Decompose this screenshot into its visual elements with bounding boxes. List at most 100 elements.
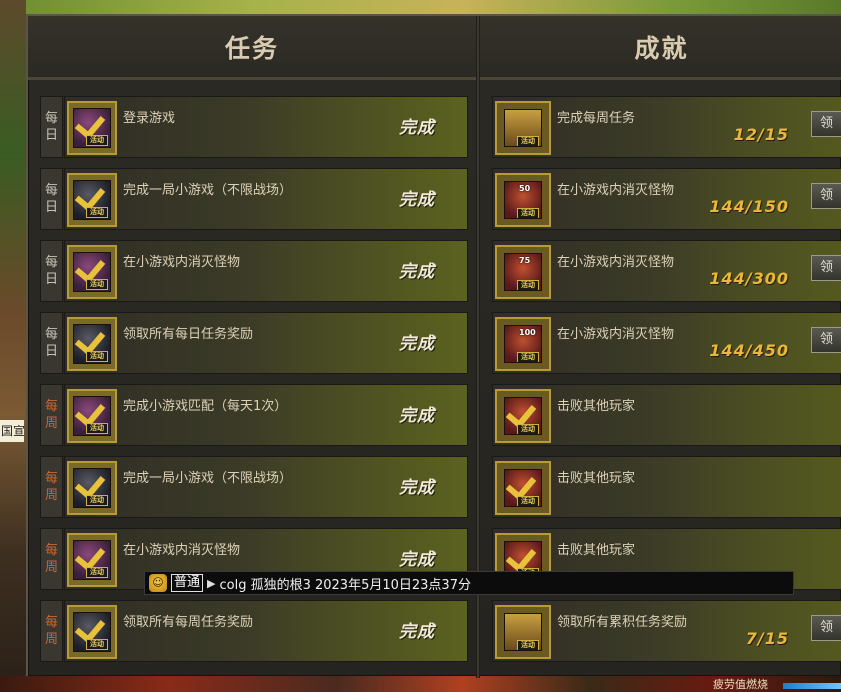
event-badge: 活动 <box>86 423 108 434</box>
tab-tasks[interactable]: 任务 <box>28 16 476 80</box>
task-icon-frame: 活动 <box>67 173 117 227</box>
achievement-icon-frame: 活动 <box>495 101 551 155</box>
checkmark-badge-icon: 活动 <box>73 468 111 508</box>
task-category-char: 每 <box>44 471 58 486</box>
event-badge: 活动 <box>86 495 108 506</box>
task-body[interactable]: 活动 领取所有每日任务奖励 完成 <box>64 312 468 374</box>
achievement-tier-number: 50 <box>519 184 531 193</box>
task-category-char: 日 <box>44 200 58 215</box>
task-status: 完成 <box>399 190 435 210</box>
fatigue-bar <box>783 683 841 689</box>
achievement-row[interactable]: 活动 击败其他玩家 <box>492 384 841 446</box>
task-icon-frame: 活动 <box>67 533 117 587</box>
achievement-row[interactable]: 75 活动 在小游戏内消灭怪物 144/300 领 <box>492 240 841 302</box>
task-category-char: 每 <box>44 615 58 630</box>
achievement-title: 击败其他玩家 <box>557 399 636 414</box>
task-row[interactable]: 每周活动 领取所有每周任务奖励 完成 <box>40 600 468 662</box>
checkmark-badge-icon: 活动 <box>504 397 542 435</box>
achievement-icon-frame: 50 活动 <box>495 173 551 227</box>
task-status: 完成 <box>399 478 435 498</box>
event-badge: 活动 <box>517 424 539 434</box>
achievement-tier-number: 100 <box>519 328 536 337</box>
task-category-char: 每 <box>44 111 58 126</box>
achievement-title: 领取所有累积任务奖励 <box>557 615 688 630</box>
task-row[interactable]: 每日活动 领取所有每日任务奖励 完成 <box>40 312 468 374</box>
achievement-row[interactable]: 活动 完成每周任务 12/15 领 <box>492 96 841 158</box>
claim-reward-button[interactable]: 领 <box>811 111 841 137</box>
event-badge: 活动 <box>86 639 108 650</box>
achievement-icon-frame: 活动 <box>495 605 551 659</box>
task-status: 完成 <box>399 406 435 426</box>
checkmark-badge-icon: 活动 <box>73 324 111 364</box>
task-category-char: 周 <box>44 416 58 431</box>
event-badge: 活动 <box>517 208 539 218</box>
task-title: 在小游戏内消灭怪物 <box>123 543 241 558</box>
game-world-background-left <box>0 0 26 692</box>
task-body[interactable]: 活动 登录游戏 完成 <box>64 96 468 158</box>
achievement-progress: 12/15 <box>733 125 789 144</box>
chat-channel-label[interactable]: 普通 <box>171 574 204 592</box>
task-title: 领取所有每周任务奖励 <box>123 615 254 630</box>
task-row[interactable]: 每周活动 完成一局小游戏（不限战场） 完成 <box>40 456 468 518</box>
task-title: 领取所有每日任务奖励 <box>123 327 254 342</box>
achievement-row[interactable]: 活动 领取所有累积任务奖励 7/15 领 <box>492 600 841 662</box>
task-body[interactable]: 活动 完成一局小游戏（不限战场） 完成 <box>64 456 468 518</box>
task-row[interactable]: 每日活动 在小游戏内消灭怪物 完成 <box>40 240 468 302</box>
event-badge: 活动 <box>86 135 108 146</box>
task-category-char: 日 <box>44 344 58 359</box>
task-body[interactable]: 活动 完成小游戏匹配（每天1次） 完成 <box>64 384 468 446</box>
task-body[interactable]: 活动 完成一局小游戏（不限战场） 完成 <box>64 168 468 230</box>
task-body[interactable]: 活动 领取所有每周任务奖励 完成 <box>64 600 468 662</box>
emoji-icon[interactable]: ☺ <box>149 574 167 592</box>
task-status: 完成 <box>399 262 435 282</box>
achievement-row[interactable]: 活动 击败其他玩家 <box>492 456 841 518</box>
checkmark-badge-icon: 活动 <box>504 469 542 507</box>
task-body[interactable]: 活动 在小游戏内消灭怪物 完成 <box>64 240 468 302</box>
event-badge: 活动 <box>517 352 539 362</box>
claim-reward-button[interactable]: 领 <box>811 615 841 641</box>
achievement-title: 在小游戏内消灭怪物 <box>557 327 675 342</box>
task-category-char: 周 <box>44 632 58 647</box>
task-icon-frame: 活动 <box>67 605 117 659</box>
chat-message-bar: ☺ 普通 ▶ colg 孤独的根3 2023年5月10日23点37分 <box>144 571 794 595</box>
task-row[interactable]: 每周活动 完成小游戏匹配（每天1次） 完成 <box>40 384 468 446</box>
left-edge-label: 国宣 <box>0 420 24 442</box>
checkmark-badge-icon: 活动 <box>73 612 111 652</box>
task-icon-frame: 活动 <box>67 317 117 371</box>
event-badge: 活动 <box>517 280 539 290</box>
event-badge: 活动 <box>517 496 539 506</box>
monster-badge-icon: 75 活动 <box>504 253 542 291</box>
task-status: 完成 <box>399 550 435 570</box>
event-badge: 活动 <box>86 207 108 218</box>
task-category-char: 每 <box>44 543 58 558</box>
task-category-label: 每日 <box>40 312 63 374</box>
task-icon-frame: 活动 <box>67 389 117 443</box>
task-category-label: 每日 <box>40 96 63 158</box>
event-badge: 活动 <box>517 640 539 650</box>
task-row[interactable]: 每日活动 登录游戏 完成 <box>40 96 468 158</box>
checkmark-badge-icon: 活动 <box>73 252 111 292</box>
chest-badge-icon: 活动 <box>504 109 542 147</box>
tab-achievements[interactable]: 成就 <box>480 16 841 80</box>
task-category-label: 每周 <box>40 600 63 662</box>
achievement-icon-frame: 活动 <box>495 389 551 443</box>
task-icon-frame: 活动 <box>67 461 117 515</box>
chest-badge-icon: 活动 <box>504 613 542 651</box>
task-status: 完成 <box>399 334 435 354</box>
claim-reward-button[interactable]: 领 <box>811 183 841 209</box>
achievement-row[interactable]: 50 活动 在小游戏内消灭怪物 144/150 领 <box>492 168 841 230</box>
achievement-progress: 144/150 <box>709 197 789 216</box>
achievement-title: 击败其他玩家 <box>557 471 636 486</box>
claim-reward-button[interactable]: 领 <box>811 255 841 281</box>
event-badge: 活动 <box>86 351 108 362</box>
task-category-label: 每日 <box>40 168 63 230</box>
task-category-char: 每 <box>44 183 58 198</box>
task-row[interactable]: 每日活动 完成一局小游戏（不限战场） 完成 <box>40 168 468 230</box>
task-category-label: 每周 <box>40 528 63 590</box>
event-badge: 活动 <box>86 279 108 290</box>
achievement-progress: 144/450 <box>709 341 789 360</box>
achievement-row[interactable]: 100 活动 在小游戏内消灭怪物 144/450 领 <box>492 312 841 374</box>
claim-reward-button[interactable]: 领 <box>811 327 841 353</box>
checkmark-badge-icon: 活动 <box>73 108 111 148</box>
achievement-title: 击败其他玩家 <box>557 543 636 558</box>
